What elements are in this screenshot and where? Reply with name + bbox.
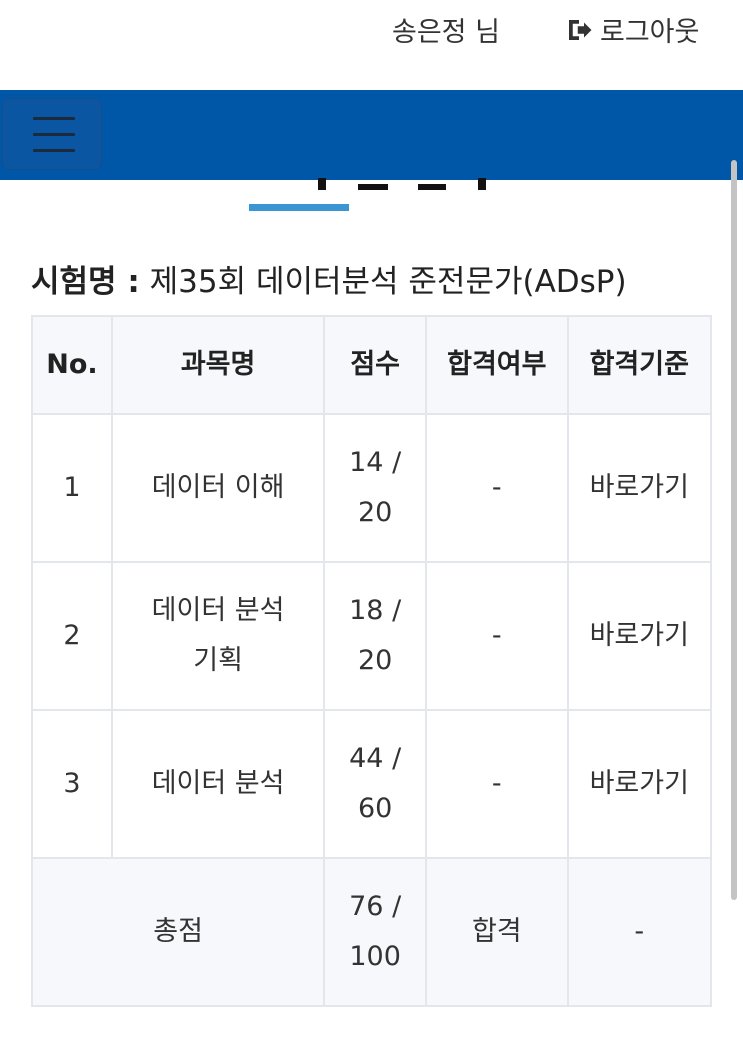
sign-out-icon: [569, 19, 592, 40]
title-underline: [249, 204, 349, 211]
header-no: No.: [31, 315, 113, 415]
logout-link[interactable]: 로그아웃: [564, 10, 699, 49]
row-no: 3: [31, 709, 113, 859]
user-name: 송은정 님: [392, 17, 500, 48]
top-bar: 송은정 님 로그아웃: [0, 0, 743, 90]
table-row: 1 데이터 이해 14 / 20 - 바로가기: [31, 413, 713, 563]
header-score: 점수: [323, 315, 428, 415]
total-criteria: -: [566, 857, 713, 1007]
row-no: 1: [31, 413, 113, 563]
logout-label: 로그아웃: [600, 17, 700, 48]
row-score: 18 / 20: [323, 561, 428, 711]
row-subject: 데이터 이해: [110, 413, 326, 563]
total-pass: 합격: [425, 857, 569, 1007]
exam-name-line: 시험명 : 제35회 데이터분석 준전문가(ADsP): [31, 256, 627, 301]
criteria-link[interactable]: 바로가기: [566, 413, 713, 563]
row-pass: -: [425, 709, 569, 859]
header-criteria: 합격기준: [566, 315, 713, 415]
row-pass: -: [425, 561, 569, 711]
table-row: 2 데이터 분석 기획 18 / 20 - 바로가기: [31, 561, 713, 711]
hamburger-menu-button[interactable]: [2, 98, 102, 170]
criteria-link[interactable]: 바로가기: [566, 709, 713, 859]
header-pass: 합격여부: [425, 315, 569, 415]
exam-name-value: 제35회 데이터분석 준전문가(ADsP): [149, 264, 627, 300]
row-subject: 데이터 분석 기획: [110, 561, 326, 711]
page-title-clipped: [318, 178, 498, 190]
row-subject: 데이터 분석: [110, 709, 326, 859]
row-score: 14 / 20: [323, 413, 428, 563]
page-scrollbar[interactable]: [731, 160, 737, 900]
table-header-row: No. 과목명 점수 합격여부 합격기준: [31, 315, 713, 415]
row-pass: -: [425, 413, 569, 563]
header-subject: 과목명: [110, 315, 326, 415]
results-table: No. 과목명 점수 합격여부 합격기준 1 데이터 이해 14 / 20 - …: [30, 315, 713, 1007]
row-score: 44 / 60: [323, 709, 428, 859]
navbar: [0, 90, 743, 180]
total-row: 총점 76 / 100 합격 -: [30, 857, 713, 1007]
row-no: 2: [31, 561, 113, 711]
total-label: 총점: [30, 857, 326, 1007]
total-score: 76 / 100: [323, 857, 428, 1007]
criteria-link[interactable]: 바로가기: [566, 561, 713, 711]
hamburger-menu-icon: [33, 133, 75, 136]
hamburger-menu-icon: [33, 117, 75, 120]
table-row: 3 데이터 분석 44 / 60 - 바로가기: [31, 709, 713, 859]
exam-name-label: 시험명 :: [31, 264, 140, 300]
hamburger-menu-icon: [33, 149, 75, 152]
